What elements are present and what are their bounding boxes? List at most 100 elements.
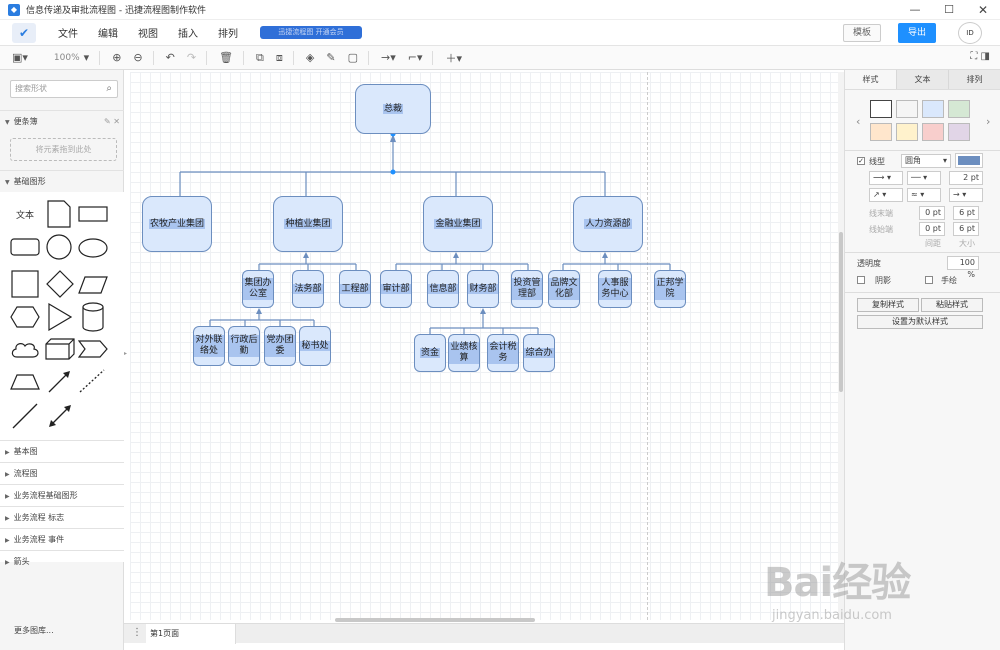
dotted-line-shape[interactable] (78, 368, 106, 394)
node-root[interactable]: 总裁 (355, 84, 431, 134)
chevron-down-icon[interactable]: ▾ (84, 51, 90, 64)
fill-color-icon[interactable]: ◈ (306, 51, 314, 64)
app-logo-icon[interactable]: ✔ (12, 22, 36, 43)
redo-icon[interactable]: ↷ (187, 51, 196, 64)
search-input[interactable]: 搜索形状 ⌕ (10, 80, 118, 98)
node-party[interactable]: 党办团委 (264, 326, 296, 366)
end-size-input[interactable]: 6 pt (953, 206, 979, 220)
tab-text[interactable]: 文本 (897, 70, 949, 89)
rectangle-shape[interactable] (78, 206, 108, 222)
line-end-select[interactable]: → ▾ (949, 188, 983, 202)
node-investment[interactable]: 投资管理部 (511, 270, 543, 308)
node-info[interactable]: 信息部 (427, 270, 459, 308)
start-spacing-input[interactable]: 0 pt (919, 222, 945, 236)
fullscreen-icon[interactable]: ⛶ ◨ (970, 51, 990, 62)
start-size-input[interactable]: 6 pt (953, 222, 979, 236)
triangle-shape[interactable] (48, 303, 72, 331)
set-default-style-button[interactable]: 设置为默认样式 (857, 315, 983, 329)
node-funds[interactable]: 资金 (414, 334, 446, 372)
node-performance[interactable]: 业绩核算 (448, 334, 480, 372)
node-audit[interactable]: 审计部 (380, 270, 412, 308)
shadow-icon[interactable]: ▢ (348, 51, 358, 64)
style-swatch-1[interactable] (870, 100, 892, 118)
zoom-in-icon[interactable]: ⊕ (112, 51, 121, 64)
arrow-line-shape[interactable] (47, 368, 73, 394)
line-style-select[interactable]: 圆角 ▾ (901, 154, 951, 168)
delete-icon[interactable]: 🗑 (219, 51, 233, 64)
menu-edit[interactable]: 编辑 (98, 25, 118, 40)
zoom-select[interactable]: 100% (54, 53, 80, 63)
node-accounting[interactable]: 会计税务 (487, 334, 519, 372)
opacity-input[interactable]: 100 % (947, 256, 979, 279)
rounded-rect-shape[interactable] (10, 238, 40, 256)
menu-arrange[interactable]: 排列 (218, 25, 238, 40)
category-flowchart[interactable]: ▶ 流程图 (0, 462, 124, 484)
circle-shape[interactable] (46, 234, 72, 260)
line-pattern-select[interactable]: ── ▾ (907, 171, 941, 185)
page-tab-1[interactable]: 第1页面 (146, 624, 236, 644)
category-bpmn-basic[interactable]: ▶ 业务流程基础图形 (0, 484, 124, 506)
node-office[interactable]: 集团办公室 (242, 270, 274, 308)
ellipse-shape[interactable] (78, 238, 108, 258)
step-shape[interactable] (78, 340, 108, 358)
line-color-button[interactable] (955, 153, 983, 168)
to-back-icon[interactable]: ⧈ (276, 51, 283, 65)
tab-style[interactable]: 样式 (845, 70, 897, 89)
square-shape[interactable] (11, 270, 39, 298)
parallelogram-shape[interactable] (78, 276, 108, 294)
node-liaison[interactable]: 对外联络处 (193, 326, 225, 366)
connector-icon[interactable]: →▾ (381, 51, 396, 64)
cube-shape[interactable] (45, 338, 75, 360)
paste-style-button[interactable]: 粘贴样式 (921, 298, 983, 312)
tab-arrange[interactable]: 排列 (949, 70, 1000, 89)
category-bpmn-events[interactable]: ▶ 业务流程 事件 (0, 528, 124, 550)
node-l1-agri[interactable]: 农牧产业集团 (142, 196, 212, 252)
panel-toggle-icon[interactable]: ▣▾ (12, 51, 28, 64)
search-icon[interactable]: ⌕ (106, 81, 112, 97)
category-basic[interactable]: ▶ 基本图 (0, 440, 124, 462)
sketch-checkbox[interactable] (925, 276, 933, 284)
trapezoid-shape[interactable] (10, 374, 40, 390)
note-shape[interactable] (47, 200, 71, 228)
line-color-icon[interactable]: ✎ (326, 51, 335, 64)
diamond-shape[interactable] (46, 270, 74, 298)
scroll-thumb[interactable] (335, 618, 535, 622)
scratchpad-header[interactable]: ▼ 便条簿 ✎ ✕ (0, 110, 124, 132)
insert-icon[interactable]: ＋▾ (445, 50, 462, 66)
style-swatch-5[interactable] (870, 123, 892, 141)
line-checkbox[interactable]: ✓ (857, 157, 865, 165)
copy-style-button[interactable]: 复制样式 (857, 298, 919, 312)
waypoint-icon[interactable]: ⌐▾ (408, 51, 423, 64)
node-l1-planting[interactable]: 种植业集团 (273, 196, 343, 252)
style-swatch-6[interactable] (896, 123, 918, 141)
panel-collapse-handle[interactable]: ▸ (124, 350, 127, 357)
cylinder-shape[interactable] (82, 302, 104, 332)
scroll-thumb[interactable] (839, 232, 843, 392)
node-l1-finance[interactable]: 金融业集团 (423, 196, 493, 252)
node-general-office[interactable]: 综合办 (523, 334, 555, 372)
cloud-shape[interactable] (10, 340, 40, 360)
export-button[interactable]: 导出 (898, 23, 936, 43)
page-menu-icon[interactable]: ⋮ (132, 627, 142, 638)
menu-view[interactable]: 视图 (138, 25, 158, 40)
template-button[interactable]: 模板 (843, 24, 881, 42)
category-bpmn-markers[interactable]: ▶ 业务流程 标志 (0, 506, 124, 528)
arrow-pattern-select[interactable]: ⟶ ▾ (869, 171, 903, 185)
menu-insert[interactable]: 插入 (178, 25, 198, 40)
hexagon-shape[interactable] (10, 306, 40, 328)
avatar[interactable]: ID (958, 22, 982, 44)
text-shape[interactable]: 文本 (16, 208, 34, 221)
node-admin[interactable]: 行政后勤 (228, 326, 260, 366)
category-arrows[interactable]: ▶ 箭头 (0, 550, 124, 572)
node-brand[interactable]: 品牌文化部 (548, 270, 580, 308)
minimize-button[interactable]: — (898, 0, 932, 20)
maximize-button[interactable]: ☐ (932, 0, 966, 20)
zoom-out-icon[interactable]: ⊖ (133, 51, 142, 64)
node-personnel[interactable]: 人事服务中心 (598, 270, 632, 308)
scratchpad-drop-zone[interactable]: 将元素拖到此处 (10, 138, 117, 161)
node-secretariat[interactable]: 秘书处 (299, 326, 331, 366)
basic-shapes-header[interactable]: ▼ 基础图形 (0, 170, 124, 192)
line-width-input[interactable]: 2 pt (949, 171, 983, 185)
edit-close-icon[interactable]: ✎ ✕ (104, 111, 120, 133)
waypoint-select[interactable]: ↗ ▾ (869, 188, 903, 202)
